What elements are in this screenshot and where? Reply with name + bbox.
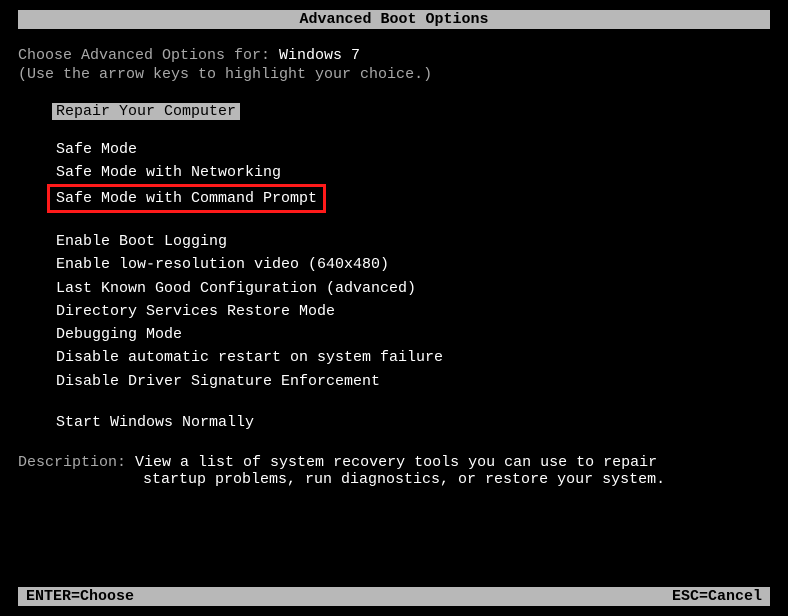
option-disable-auto-restart[interactable]: Disable automatic restart on system fail… [56, 346, 770, 369]
option-debugging-mode[interactable]: Debugging Mode [56, 323, 770, 346]
option-selected-label: Repair Your Computer [52, 103, 240, 120]
option-safe-mode[interactable]: Safe Mode [56, 138, 770, 161]
group-gap-2 [56, 393, 770, 411]
prompt-line: Choose Advanced Options for: Windows 7 [18, 47, 770, 64]
description-label: Description: [18, 454, 135, 471]
footer-enter: ENTER=Choose [26, 588, 134, 605]
os-name: Windows 7 [279, 47, 360, 64]
option-disable-driver-sig[interactable]: Disable Driver Signature Enforcement [56, 370, 770, 393]
option-safe-mode-networking[interactable]: Safe Mode with Networking [56, 161, 770, 184]
option-safe-mode-cmd[interactable]: Safe Mode with Command Prompt [56, 189, 317, 209]
highlight-box: Safe Mode with Command Prompt [47, 184, 326, 214]
title-bar: Advanced Boot Options [18, 10, 770, 29]
description-block: Description: View a list of system recov… [18, 454, 770, 488]
footer-bar: ENTER=Choose ESC=Cancel [18, 587, 770, 606]
option-boot-logging[interactable]: Enable Boot Logging [56, 230, 770, 253]
hint-text: (Use the arrow keys to highlight your ch… [18, 66, 770, 83]
title-text: Advanced Boot Options [299, 11, 488, 28]
option-directory-services-restore[interactable]: Directory Services Restore Mode [56, 300, 770, 323]
group-gap-1 [56, 212, 770, 230]
boot-options-list: Repair Your Computer Safe Mode Safe Mode… [18, 103, 770, 434]
description-line2: startup problems, run diagnostics, or re… [18, 471, 770, 488]
option-repair-your-computer[interactable]: Repair Your Computer [56, 103, 770, 138]
option-start-normally[interactable]: Start Windows Normally [56, 411, 770, 434]
option-low-res-video[interactable]: Enable low-resolution video (640x480) [56, 253, 770, 276]
option-safe-mode-cmd-highlight: Safe Mode with Command Prompt [56, 185, 770, 213]
description-line1: View a list of system recovery tools you… [135, 454, 657, 471]
footer-esc: ESC=Cancel [672, 588, 762, 605]
option-last-known-good[interactable]: Last Known Good Configuration (advanced) [56, 277, 770, 300]
prompt-prefix: Choose Advanced Options for: [18, 47, 279, 64]
